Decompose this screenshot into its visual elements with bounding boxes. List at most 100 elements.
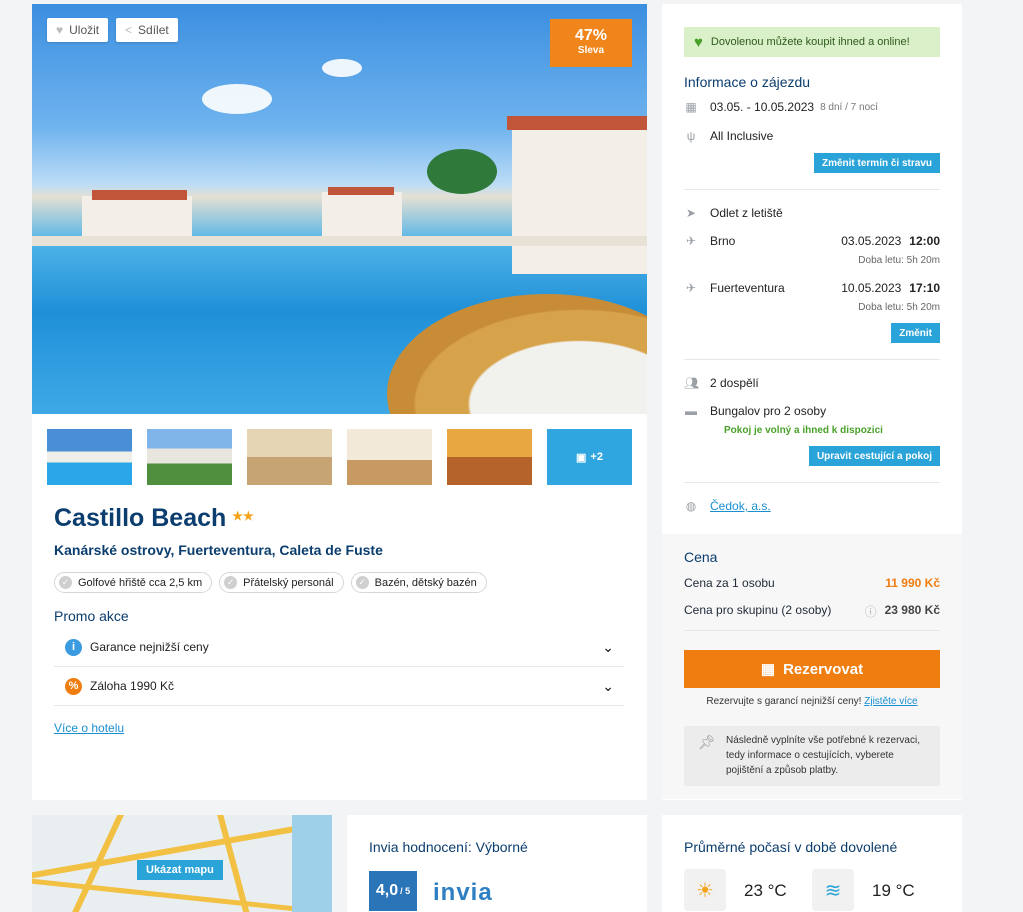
thumbnail[interactable] [447, 429, 532, 485]
more-about-hotel-link[interactable]: Více o hotelu [54, 721, 124, 735]
promo-item-price-guarantee[interactable]: i Garance nejnižší ceny ⌄ [54, 628, 624, 666]
rating-card: Invia hodnocení: Výborné 4,0/ 5 invia [347, 815, 647, 912]
flight-date: 03.05.2023 [841, 234, 902, 248]
feature-tag-label: Přátelský personál [243, 576, 334, 589]
divider [684, 630, 940, 631]
discount-label: Sleva [577, 45, 605, 56]
room-type: Bungalov pro 2 osoby [710, 404, 827, 418]
divider [684, 482, 940, 483]
discount-percent: 47% [574, 27, 608, 44]
booking-sidebar: ♥ Dovolenou můžete koupit ihned a online… [662, 4, 962, 800]
learn-more-link[interactable]: Zjistěte více [864, 696, 917, 707]
palm [427, 149, 497, 194]
flight-datetime: 10.05.2023 17:10 [841, 281, 940, 295]
check-icon: ✓ [355, 576, 369, 589]
price-per-person-label: Cena za 1 osobu [684, 576, 775, 590]
price-per-person-value: 11 990 Kč [885, 576, 940, 590]
discount-badge: 47% Sleva [550, 19, 632, 67]
cloud [322, 59, 362, 77]
flight-date: 10.05.2023 [841, 281, 902, 295]
rating-score: 4,0/ 5 [369, 871, 417, 911]
more-photos-count: +2 [590, 451, 603, 463]
roof [328, 187, 394, 195]
edit-travelers-room-button[interactable]: Upravit cestující a pokoj [808, 446, 940, 466]
globe-icon: ◍ [685, 499, 697, 513]
banner-text: Dovolenou můžete koupit ihned a online! [710, 36, 910, 48]
water-temperature: 19 °C [872, 881, 915, 900]
divider [684, 189, 940, 190]
rating-value: 4,0 [375, 882, 399, 899]
share-button[interactable]: < Sdílet [116, 18, 178, 42]
roof [92, 190, 187, 200]
feature-tag: ✓ Přátelský personál [219, 572, 344, 593]
pool-edge [32, 236, 647, 246]
heart-icon: ♥ [56, 23, 64, 37]
divider [54, 705, 624, 706]
info-icon[interactable]: ⓘ [865, 603, 877, 620]
bed-icon: ▬ [685, 404, 697, 418]
promo-item-deposit[interactable]: % Záloha 1990 Kč ⌄ [54, 667, 624, 705]
share-label: Sdílet [138, 23, 169, 37]
price-per-person: Cena za 1 osobu 11 990 Kč [684, 576, 940, 590]
flight-return: ✈ Fuerteventura 10.05.2023 17:10 [684, 281, 940, 295]
thumbnail[interactable] [347, 429, 432, 485]
weather-card: Průměrné počasí v době dovolené ☀ 23 °C … [662, 815, 962, 912]
feature-tag: ✓ Bazén, dětský bazén [350, 572, 487, 593]
rating-scale: / 5 [400, 886, 411, 896]
share-icon: < [125, 23, 133, 37]
navigation-icon: ➤ [685, 206, 697, 220]
duration: 8 dní / 7 nocí [820, 101, 878, 113]
reserve-button[interactable]: ▦ Rezervovat [684, 650, 940, 688]
thumbnail[interactable] [247, 429, 332, 485]
tour-operator: ◍ Čedok, a.s. [684, 499, 940, 513]
departure-label: Odlet z letiště [710, 206, 783, 220]
hotel-card: ♥ Uložit < Sdílet 47% Sleva ▣ +2 Castill… [32, 4, 647, 800]
feature-tag-label: Golfové hřiště cca 2,5 km [78, 576, 203, 589]
heart-icon: ♥ [694, 33, 703, 51]
dates: 03.05. - 10.05.2023 [710, 100, 815, 114]
users-icon: 👥︎ [684, 376, 700, 390]
hotel-hero-image[interactable]: ♥ Uložit < Sdílet 47% Sleva [32, 4, 647, 414]
board: All Inclusive [710, 129, 774, 143]
thumbnail[interactable] [47, 429, 132, 485]
map-preview[interactable]: Ukázat mapu [32, 815, 332, 912]
feature-tags: ✓ Golfové hřiště cca 2,5 km ✓ Přátelský pe… [54, 572, 487, 593]
flight-place: Brno [710, 234, 736, 248]
thumbnail[interactable] [147, 429, 232, 485]
map-water [292, 815, 332, 912]
price-title: Cena [684, 549, 718, 565]
flight-datetime: 03.05.2023 12:00 [841, 234, 940, 248]
next-steps-text: Následně vyplníte vše potřebné k rezerva… [726, 735, 920, 776]
sun-icon: ☀ [684, 869, 726, 911]
chevron-down-icon: ⌄ [602, 677, 614, 694]
flight-place: Fuerteventura [710, 281, 785, 295]
show-map-button[interactable]: Ukázat mapu [137, 860, 223, 880]
save-label: Uložit [69, 23, 100, 37]
air-temperature: 23 °C [744, 881, 787, 900]
operator-link[interactable]: Čedok, a.s. [710, 499, 771, 513]
promo-label: Garance nejnižší ceny [90, 640, 209, 654]
flight-outbound: ✈ Brno 03.05.2023 12:00 [684, 234, 940, 248]
flight-time: 12:00 [909, 234, 940, 248]
promo-title: Promo akce [54, 608, 129, 624]
cutlery-icon: ψ [686, 129, 696, 143]
flight-duration: Doba letu: 5h 20m [858, 255, 940, 266]
reserve-note: Rezervujte s garancí nejnižší ceny! Zjis… [662, 696, 962, 707]
travelers: 👥︎ 2 dospělí [684, 376, 940, 390]
next-steps-note: 📌︎ Následně vyplníte vše potřebné k reze… [684, 726, 940, 786]
change-date-board-button[interactable]: Změnit termín či stravu [813, 153, 940, 173]
pin-icon: 📌︎ [698, 734, 716, 750]
more-photos-button[interactable]: ▣ +2 [547, 429, 632, 485]
room: ▬ Bungalov pro 2 osoby [684, 404, 940, 418]
travelers-count: 2 dospělí [710, 376, 759, 390]
info-icon: i [65, 638, 82, 656]
chevron-down-icon: ⌄ [602, 638, 614, 655]
change-flight-button[interactable]: Změnit [891, 323, 940, 343]
building [322, 192, 402, 237]
stars-rating: ★★ [232, 509, 254, 523]
rating-title: Invia hodnocení: Výborné [369, 839, 528, 855]
departure-airport: ➤ Odlet z letiště [684, 206, 940, 220]
flight-duration: Doba letu: 5h 20m [858, 302, 940, 313]
feature-tag-label: Bazén, dětský bazén [374, 576, 477, 589]
save-button[interactable]: ♥ Uložit [47, 18, 109, 42]
